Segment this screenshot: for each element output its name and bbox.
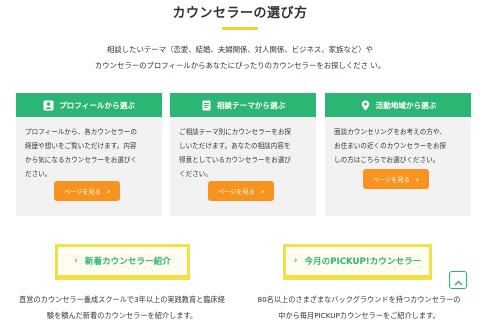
card-text-line: お住まいの近くのカウンセラーをお探 — [334, 142, 447, 150]
section-label: 新着カウンセラー紹介 — [84, 257, 171, 267]
card-text-line: ださい。 — [25, 170, 52, 178]
card-header-label: 相談テーマから選ぶ — [216, 100, 286, 110]
chevron-right-icon: › — [74, 256, 78, 266]
chevron-right-icon: › — [415, 174, 420, 184]
intro-line: カウンセラーのプロフィールからあなたにぴったりのカウンセラーをお探しくださ い。 — [94, 61, 386, 70]
new-counselors-description: 直営のカウンセラー養成スクールで3年以上の実践教育と臨床経 験を積んだ新着のカウ… — [12, 292, 232, 324]
card-text-line: 経歴や想いをご覧いただけます。内容 — [25, 142, 137, 150]
description-line: 験を積んだ新着のカウンセラーを紹介します。 — [46, 311, 198, 320]
description-line: 80名以上のさまざまなバックグラウンドを持つカウンセラーの — [257, 295, 461, 304]
pickup-counselors-description: 80名以上のさまざまなバックグラウンドを持つカウンセラーの 中から毎月PICKU… — [248, 292, 470, 324]
card-text-line: から気になるカウンセラーをお選びく — [25, 156, 138, 164]
button-label: ページを見る — [217, 188, 255, 196]
page-title: カウンセラーの選び方 — [172, 6, 308, 21]
card-header-label: プロフィールから選ぶ — [59, 100, 135, 110]
button-label: ページを見る — [372, 176, 410, 184]
description-line: 中から毎月PICKUPカウンセラーをご紹介します。 — [278, 311, 440, 320]
intro-text: 相談したいテーマ（恋愛、結婚、夫婦関係、対人関係、ビジネス、家族など）や カウン… — [60, 42, 420, 74]
card-header[interactable]: プロフィールから選ぶ — [16, 93, 162, 117]
title-underline — [222, 27, 258, 30]
chevron-right-icon: › — [260, 186, 265, 196]
card-theme: 相談テーマから選ぶ ご相談テーマ別にカウンセラーをお探 しいただけます。あなたの… — [170, 93, 316, 216]
profile-icon — [43, 100, 54, 111]
card-header[interactable]: 相談テーマから選ぶ — [170, 93, 316, 117]
card-text-line: ください。 — [179, 170, 212, 178]
view-page-button[interactable]: ページを見る › — [208, 181, 274, 201]
section-label: 今月のPICKUP!カウンセラー — [304, 257, 422, 267]
card-body: ご相談テーマ別にカウンセラーをお探 しいただけます。あなたの相談内容を 得意とし… — [170, 117, 316, 179]
card-text-line: プロフィールから、各カウンセラーの — [25, 128, 137, 136]
button-label: ページを見る — [63, 188, 101, 196]
card-text-line: ご相談テーマ別にカウンセラーをお探 — [179, 128, 292, 136]
card-text-line: 得意としているカウンセラーをお選び — [179, 156, 291, 164]
chevron-up-icon — [454, 271, 463, 290]
chevron-right-icon: › — [106, 186, 111, 196]
card-header-label: 活動地域から選ぶ — [375, 100, 437, 110]
back-to-top-button[interactable] — [449, 271, 467, 289]
card-text-line: 面談カウンセリングをお考えの方や、 — [334, 128, 446, 136]
pickup-counselors-link[interactable]: › 今月のPICKUP!カウンセラー — [283, 244, 432, 278]
card-body: プロフィールから、各カウンセラーの 経歴や想いをご覧いただけます。内容 から気に… — [16, 117, 162, 179]
chevron-right-icon: › — [293, 256, 298, 266]
intro-line: 相談したいテーマ（恋愛、結婚、夫婦関係、対人関係、ビジネス、家族など）や — [106, 45, 374, 54]
card-text-line: しの方はこちらでお選びください。 — [334, 156, 440, 164]
card-profile: プロフィールから選ぶ プロフィールから、各カウンセラーの 経歴や想いをご覧いただ… — [16, 93, 162, 216]
card-text-line: しいただけます。あなたの相談内容を — [179, 142, 291, 150]
description-line: 直営のカウンセラー養成スクールで3年以上の実践教育と臨床経 — [19, 295, 225, 304]
view-page-button[interactable]: ページを見る › — [54, 181, 120, 201]
map-pin-icon — [360, 100, 371, 111]
new-counselors-link[interactable]: › 新着カウンセラー紹介 — [55, 244, 190, 278]
card-region: 活動地域から選ぶ 面談カウンセリングをお考えの方や、 お住まいの近くのカウンセラ… — [325, 93, 471, 216]
card-header[interactable]: 活動地域から選ぶ — [325, 93, 471, 117]
document-icon — [201, 100, 212, 111]
view-page-button[interactable]: ページを見る › — [363, 169, 429, 189]
